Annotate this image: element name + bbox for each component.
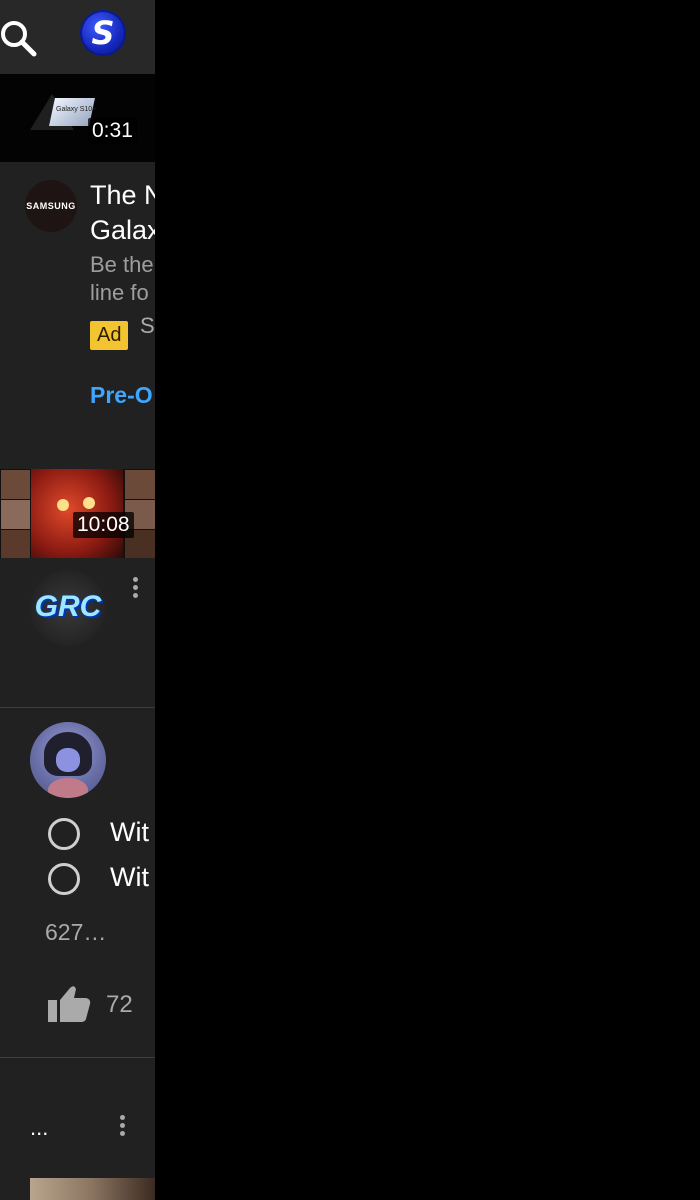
more-options-icon[interactable] — [133, 577, 139, 601]
reaction-face — [0, 469, 31, 500]
divider — [0, 1057, 155, 1058]
advertiser-logo-text: SAMSUNG — [26, 201, 76, 211]
divider — [0, 707, 155, 708]
video-duration: 10:08 — [73, 512, 134, 538]
thumbnail-text: Galaxy S10+ — [56, 106, 97, 113]
preorder-link[interactable]: Pre-O — [90, 382, 153, 409]
search-icon[interactable] — [0, 14, 44, 58]
ad-title[interactable]: The N Galax — [90, 178, 155, 248]
reaction-face — [124, 469, 155, 500]
channel-avatar-text: GRC — [34, 590, 102, 623]
character-eye — [57, 499, 69, 511]
feed-panel: S Galaxy S10+ 0:31 SAMSUNG The N Galax B… — [0, 0, 155, 1200]
poll-option-radio[interactable] — [48, 818, 80, 850]
video-duration: 0:31 — [88, 118, 137, 144]
ad-description: Be the line fo — [90, 252, 154, 305]
channel-avatar[interactable]: GRC — [30, 570, 106, 646]
top-bar: S — [0, 0, 155, 74]
channel-logo[interactable]: S — [80, 10, 126, 56]
thumbs-up-icon[interactable] — [46, 984, 92, 1024]
advertiser-avatar[interactable]: SAMSUNG — [25, 180, 77, 232]
ad-sponsor: S — [140, 313, 155, 338]
character-eye — [83, 497, 95, 509]
video-thumbnail-3[interactable] — [30, 1178, 155, 1200]
avatar-body — [48, 778, 88, 798]
ad-badge: Ad — [90, 321, 129, 350]
logo-letter: S — [91, 14, 115, 52]
more-options-icon[interactable] — [120, 1115, 126, 1139]
vote-count: 627… — [45, 919, 107, 945]
poll-option-label[interactable]: Wit — [110, 817, 149, 848]
poll-option-radio[interactable] — [48, 863, 80, 895]
poll-option-label[interactable]: Wit — [110, 862, 149, 893]
avatar-face — [56, 748, 80, 772]
truncated-text: ... — [30, 1115, 49, 1140]
reaction-face — [0, 499, 31, 530]
reaction-face — [0, 529, 31, 558]
post-author-avatar[interactable] — [30, 722, 106, 798]
like-count: 72 — [106, 991, 133, 1018]
